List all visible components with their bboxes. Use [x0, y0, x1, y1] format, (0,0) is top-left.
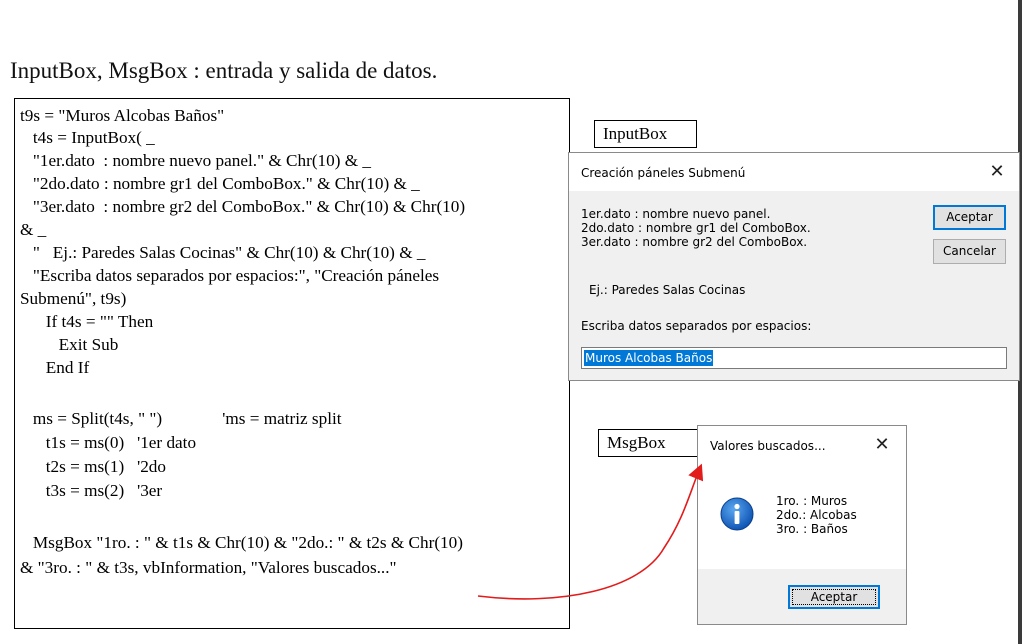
code-line: t2s = ms(1) '2do [20, 457, 166, 476]
prompt-line: 3er.dato : nombre gr2 del ComboBox. [581, 235, 808, 249]
code-line: & "3ro. : " & t3s, vbInformation, "Valor… [20, 558, 397, 577]
inputbox-title: Creación páneles Submenú [581, 166, 746, 180]
code-line: ms = Split(t4s, " ") 'ms = matriz split [20, 409, 342, 428]
inputbox-label: InputBox [594, 120, 697, 148]
code-line: " Ej.: Paredes Salas Cocinas" & Chr(10) … [20, 243, 426, 262]
msgbox-title: Valores buscados... [710, 439, 826, 453]
msg-line: 1ro. : Muros [776, 494, 848, 508]
input-field-value: Muros Alcobas Baños [584, 350, 714, 366]
code-line: t3s = ms(2) '3er [20, 481, 163, 500]
instruction-text: Escriba datos separados por espacios: [581, 319, 812, 333]
code-line: "2do.dato : nombre gr1 del ComboBox." & … [20, 174, 420, 193]
code-line: Submenú", t9s) [20, 289, 127, 308]
code-line: & _ [20, 220, 47, 239]
prompt-line: 1er.dato : nombre nuevo panel. [581, 207, 771, 221]
msgbox-dialog: Valores buscados... ✕ 1ro. : Muros 2do.:… [697, 425, 907, 625]
code-line: Exit Sub [20, 335, 119, 354]
code-line: If t4s = "" Then [20, 312, 154, 331]
code-line: "1er.dato : nombre nuevo panel." & Chr(1… [20, 151, 372, 170]
code-line: t9s = "Muros Alcobas Baños" [20, 106, 225, 125]
inputbox-titlebar: Creación páneles Submenú ✕ [569, 153, 1019, 191]
ok-button-label: Aceptar [791, 589, 877, 605]
msgbox-titlebar: Valores buscados... ✕ [698, 426, 906, 464]
ok-button[interactable]: Aceptar [788, 585, 880, 609]
accept-button[interactable]: Aceptar [933, 205, 1006, 230]
inputbox-dialog: Creación páneles Submenú ✕ 1er.dato : no… [568, 152, 1020, 381]
example-text: Ej.: Paredes Salas Cocinas [589, 283, 746, 297]
code-line: End If [20, 358, 90, 377]
page-heading: InputBox, MsgBox : entrada y salida de d… [10, 58, 438, 83]
close-icon[interactable]: ✕ [868, 432, 896, 458]
msgbox-body: 1ro. : Muros 2do.: Alcobas 3ro. : Baños [698, 464, 906, 569]
information-icon [720, 497, 754, 531]
msg-line: 2do.: Alcobas [776, 508, 857, 522]
input-field[interactable]: Muros Alcobas Baños [581, 347, 1007, 369]
code-line: "Escriba datos separados por espacios:",… [20, 266, 440, 285]
msgbox-label: MsgBox [598, 429, 698, 457]
code-listing: t9s = "Muros Alcobas Baños" t4s = InputB… [14, 98, 570, 629]
close-icon[interactable]: ✕ [983, 159, 1011, 185]
code-line: "3er.dato : nombre gr2 del ComboBox." & … [20, 197, 466, 216]
msg-line: 3ro. : Baños [776, 522, 848, 536]
code-line: MsgBox "1ro. : " & t1s & Chr(10) & "2do.… [20, 533, 463, 552]
code-line: t1s = ms(0) '1er dato [20, 433, 197, 452]
cancel-button[interactable]: Cancelar [933, 239, 1006, 264]
code-line: t4s = InputBox( _ [20, 128, 155, 147]
prompt-line: 2do.dato : nombre gr1 del ComboBox. [581, 221, 811, 235]
